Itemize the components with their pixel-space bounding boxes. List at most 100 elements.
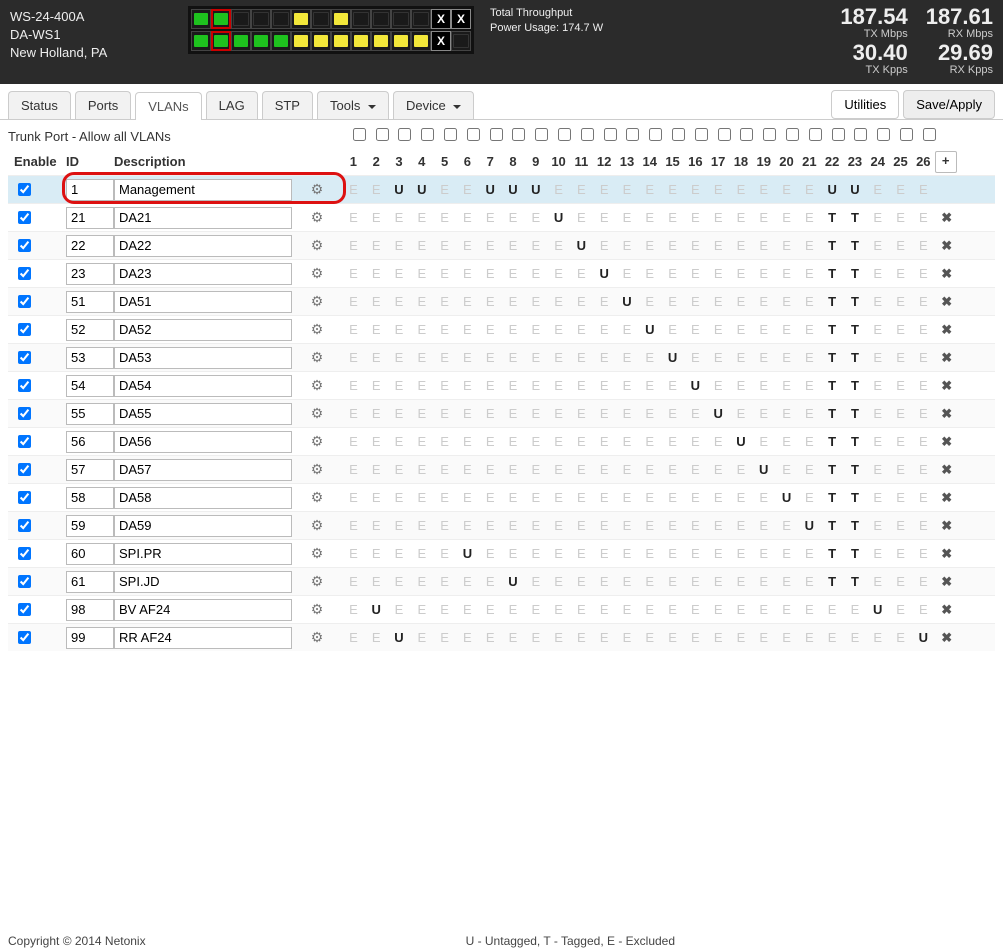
vlan-port-cell[interactable]: E [896,266,905,281]
port-led[interactable] [231,9,251,29]
vlan-port-cell[interactable]: E [805,434,814,449]
vlan-id-input[interactable] [66,179,114,201]
vlan-port-cell[interactable]: E [395,490,404,505]
vlan-port-cell[interactable]: E [531,238,540,253]
port-led[interactable] [271,9,291,29]
port-led[interactable] [391,31,411,51]
vlan-port-cell[interactable]: E [417,350,426,365]
vlan-port-cell[interactable]: E [554,602,563,617]
vlan-port-cell[interactable]: E [395,238,404,253]
vlan-port-cell[interactable]: T [828,210,836,225]
vlan-port-cell[interactable]: E [896,574,905,589]
vlan-port-cell[interactable]: E [759,490,768,505]
vlan-port-cell[interactable]: E [805,350,814,365]
vlan-port-cell[interactable]: E [554,294,563,309]
vlan-port-cell[interactable]: E [782,574,791,589]
vlan-port-cell[interactable]: E [531,350,540,365]
vlan-port-cell[interactable]: E [600,406,609,421]
vlan-port-cell[interactable]: E [623,378,632,393]
tab-ports[interactable]: Ports [75,91,131,119]
vlan-port-cell[interactable]: E [714,266,723,281]
vlan-port-cell[interactable]: E [486,462,495,477]
vlan-port-cell[interactable]: E [873,266,882,281]
vlan-port-cell[interactable]: E [623,462,632,477]
gear-icon[interactable]: ⚙ [311,293,324,309]
vlan-port-cell[interactable]: E [577,182,586,197]
vlan-port-cell[interactable]: E [486,266,495,281]
vlan-port-cell[interactable]: E [691,574,700,589]
vlan-port-cell[interactable]: E [919,406,928,421]
vlan-desc-input[interactable] [114,459,292,481]
vlan-port-cell[interactable]: E [714,210,723,225]
vlan-port-cell[interactable]: E [395,574,404,589]
trunk-port-checkbox[interactable] [353,128,366,141]
vlan-id-input[interactable] [66,599,114,621]
vlan-port-cell[interactable]: E [645,434,654,449]
vlan-port-cell[interactable]: U [622,294,631,309]
vlan-port-cell[interactable]: T [851,322,859,337]
vlan-port-cell[interactable]: E [440,574,449,589]
trunk-port-checkbox[interactable] [626,128,639,141]
vlan-port-cell[interactable]: T [828,490,836,505]
vlan-port-cell[interactable]: E [554,546,563,561]
vlan-port-cell[interactable]: E [372,210,381,225]
trunk-port-checkbox[interactable] [672,128,685,141]
gear-icon[interactable]: ⚙ [311,181,324,197]
tab-device[interactable]: Device [393,91,474,119]
vlan-port-cell[interactable]: E [486,602,495,617]
vlan-port-cell[interactable]: E [873,406,882,421]
vlan-port-cell[interactable]: E [645,238,654,253]
vlan-port-cell[interactable]: E [645,630,654,645]
vlan-port-cell[interactable]: E [645,518,654,533]
vlan-port-cell[interactable]: E [714,462,723,477]
vlan-port-cell[interactable]: E [737,462,746,477]
vlan-port-cell[interactable]: E [531,322,540,337]
vlan-port-cell[interactable]: E [417,574,426,589]
vlan-port-cell[interactable]: U [827,182,836,197]
vlan-port-cell[interactable]: E [440,490,449,505]
vlan-port-cell[interactable]: E [531,630,540,645]
vlan-port-cell[interactable]: E [600,574,609,589]
vlan-port-cell[interactable]: E [668,434,677,449]
vlan-port-cell[interactable]: E [554,406,563,421]
vlan-port-cell[interactable]: E [509,266,518,281]
port-led[interactable] [331,31,351,51]
vlan-enable-checkbox[interactable] [18,491,31,504]
vlan-port-cell[interactable]: E [623,518,632,533]
vlan-port-cell[interactable]: E [714,518,723,533]
vlan-port-cell[interactable]: E [668,182,677,197]
vlan-port-cell[interactable]: E [486,546,495,561]
trunk-port-checkbox[interactable] [604,128,617,141]
vlan-port-cell[interactable]: E [440,294,449,309]
vlan-port-cell[interactable]: E [896,182,905,197]
vlan-port-cell[interactable]: E [714,602,723,617]
vlan-id-input[interactable] [66,347,114,369]
vlan-port-cell[interactable]: E [623,490,632,505]
vlan-port-cell[interactable]: E [759,210,768,225]
trunk-port-checkbox[interactable] [786,128,799,141]
trunk-port-checkbox[interactable] [398,128,411,141]
vlan-port-cell[interactable]: E [691,518,700,533]
vlan-port-cell[interactable]: E [509,350,518,365]
vlan-port-cell[interactable]: E [759,238,768,253]
vlan-port-cell[interactable]: E [349,238,358,253]
vlan-id-input[interactable] [66,459,114,481]
vlan-port-cell[interactable]: U [736,434,745,449]
vlan-port-cell[interactable]: E [805,630,814,645]
vlan-port-cell[interactable]: E [417,378,426,393]
vlan-port-cell[interactable]: E [737,350,746,365]
trunk-port-checkbox[interactable] [421,128,434,141]
vlan-port-cell[interactable]: E [554,434,563,449]
vlan-port-cell[interactable]: U [782,490,791,505]
vlan-port-cell[interactable]: E [782,182,791,197]
vlan-desc-input[interactable] [114,627,292,649]
trunk-port-checkbox[interactable] [695,128,708,141]
vlan-desc-input[interactable] [114,543,292,565]
vlan-port-cell[interactable]: E [919,574,928,589]
vlan-port-cell[interactable]: E [691,406,700,421]
vlan-port-cell[interactable]: E [440,266,449,281]
vlan-id-input[interactable] [66,487,114,509]
vlan-port-cell[interactable]: E [759,546,768,561]
delete-vlan-button[interactable]: ✖ [941,630,952,645]
vlan-enable-checkbox[interactable] [18,183,31,196]
